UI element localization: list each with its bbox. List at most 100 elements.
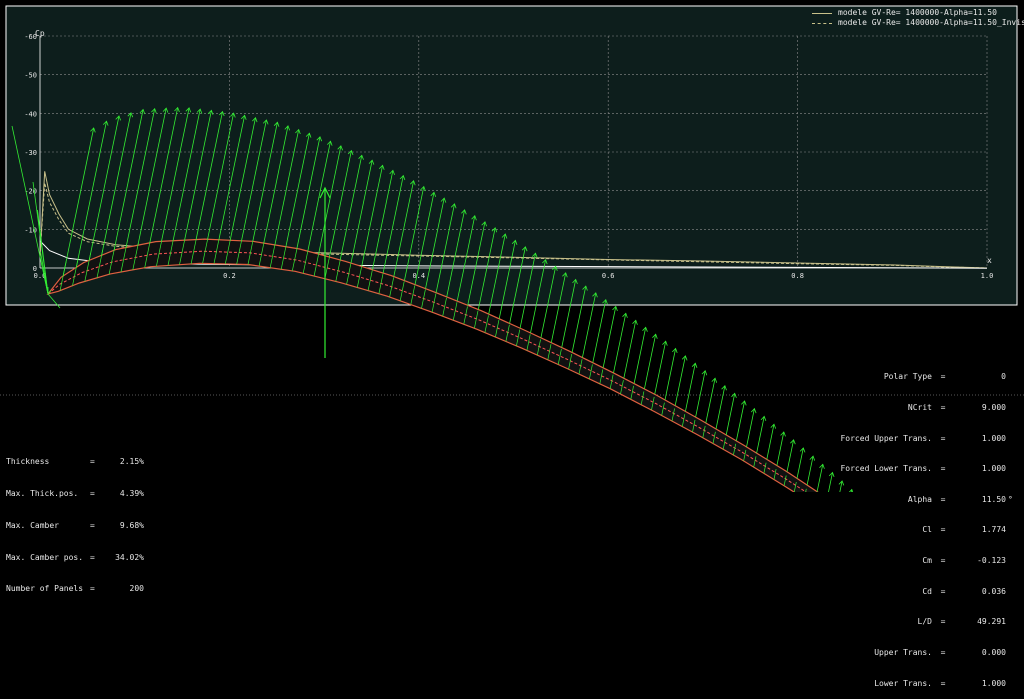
pressure-vector [664, 348, 676, 400]
param-unit [1006, 403, 1018, 413]
param-unit [1006, 464, 1018, 474]
pressure-vector [776, 431, 785, 466]
stat-value: 4.39% [119, 488, 144, 498]
legend-swatch-solid [812, 12, 832, 14]
param-row: Lower Trans. = 1.000 [820, 679, 1018, 689]
param-value: -0.123 [977, 556, 1006, 566]
stat-row: Max. Thick.pos. = 4.39% [6, 489, 144, 500]
param-value: 0.000 [981, 647, 1006, 657]
param-unit [1006, 434, 1018, 444]
stat-row: Max. Camber = 9.68% [6, 521, 144, 532]
pressure-vector [685, 363, 696, 412]
param-label: Forced Upper Trans. [840, 433, 932, 443]
equals-sign: = [940, 586, 946, 596]
param-value: 49.291 [977, 617, 1006, 627]
equals-sign: = [90, 520, 95, 530]
foil-stats-panel: Thickness = 2.15% Max. Thick.pos. = 4.39% Ma… [6, 436, 144, 606]
param-unit [1006, 372, 1018, 382]
param-label: Forced Lower Trans. [840, 464, 932, 474]
stat-row: Thickness = 2.15% [6, 457, 144, 468]
pressure-vector [715, 385, 726, 430]
y-tick-label: 0 [33, 265, 37, 273]
param-unit: ° [1008, 494, 1013, 504]
pressure-vector [756, 416, 765, 454]
pressure-vector [725, 393, 736, 436]
equals-sign: = [90, 457, 95, 467]
stat-value: 200 [129, 584, 144, 594]
param-label: Upper Trans. [874, 647, 932, 657]
stat-label: Max. Camber pos. [6, 552, 84, 562]
pressure-vector [806, 456, 814, 486]
param-value: 0.036 [981, 586, 1006, 596]
equals-sign: = [940, 464, 946, 474]
param-unit [1006, 648, 1018, 658]
param-value: 11.50 [981, 494, 1006, 504]
param-unit [1006, 617, 1018, 627]
param-row: Alpha = 11.50 ° [820, 495, 1018, 505]
stat-row: Max. Camber pos. = 34.02% [6, 553, 144, 564]
param-value: 0 [1001, 372, 1006, 382]
pressure-vector [695, 370, 706, 418]
param-row: L/D = 49.291 [820, 617, 1018, 627]
pressure-vector [735, 400, 745, 442]
equals-sign: = [90, 488, 95, 498]
param-value: 1.000 [981, 464, 1006, 474]
legend-entry-inviscid: modele GV-Re= 1400000-Alpha=11.50_Invisc… [812, 18, 1024, 28]
legend-entry-viscous: modele GV-Re= 1400000-Alpha=11.50 [812, 8, 1024, 18]
param-label: Cm [922, 556, 932, 566]
param-row: Polar Type = 0 [820, 372, 1018, 382]
param-label: Lower Trans. [874, 678, 932, 688]
param-label: Cl [922, 525, 932, 535]
stat-value: 2.15% [119, 457, 144, 467]
legend-swatch-dashed [812, 22, 832, 24]
stat-label: Max. Camber [6, 520, 59, 530]
y-tick-label: -50 [24, 72, 37, 80]
analysis-params-panel: Polar Type = 0 NCrit = 9.000 Forced Upper Tr… [820, 352, 1018, 699]
param-row: Upper Trans. = 0.000 [820, 648, 1018, 658]
equals-sign: = [940, 494, 946, 504]
param-label: Polar Type [883, 372, 932, 382]
pressure-vector [592, 299, 607, 363]
param-unit [1006, 525, 1018, 535]
param-unit [1006, 679, 1018, 689]
pressure-vector [654, 341, 667, 395]
param-label: NCrit [907, 403, 932, 413]
param-value: 1.000 [981, 433, 1006, 443]
param-label: Alpha [907, 494, 932, 504]
x-tick-label: 0.4 [412, 272, 425, 280]
param-unit [1006, 556, 1018, 566]
param-row: Cm = -0.123 [820, 556, 1018, 566]
pressure-vector [623, 320, 637, 379]
pressure-vector [613, 313, 627, 373]
equals-sign: = [940, 433, 946, 443]
y-axis-label: Cp [35, 29, 45, 38]
pressure-vector [766, 424, 775, 460]
param-row: Forced Upper Trans. = 1.000 [820, 434, 1018, 444]
pressure-vector [796, 447, 804, 479]
pressure-vector [746, 408, 755, 448]
legend: modele GV-Re= 1400000-Alpha=11.50 modele… [812, 8, 1024, 28]
stat-label: Max. Thick.pos. [6, 488, 79, 498]
stat-value: 34.02% [115, 552, 144, 562]
pressure-vector [786, 439, 794, 472]
stat-row: Number of Panels = 200 [6, 584, 144, 595]
equals-sign: = [90, 584, 95, 594]
param-row: Forced Lower Trans. = 1.000 [820, 464, 1018, 474]
pressure-vector [644, 334, 657, 389]
param-label: L/D [917, 617, 932, 627]
equals-sign: = [940, 525, 946, 535]
x-tick-label: 0.8 [791, 272, 804, 280]
stat-label: Number of Panels [6, 584, 84, 594]
legend-label: modele GV-Re= 1400000-Alpha=11.50 [838, 8, 997, 17]
param-label: Cd [922, 586, 932, 596]
param-value: 9.000 [981, 403, 1006, 413]
pressure-vector [602, 306, 617, 368]
param-row: Cd = 0.036 [820, 587, 1018, 597]
equals-sign: = [940, 647, 946, 657]
x-tick-label: 0.6 [602, 272, 615, 280]
stat-label: Thickness [6, 457, 50, 467]
equals-sign: = [940, 372, 946, 382]
y-tick-label: -40 [24, 110, 37, 118]
param-row: Cl = 1.774 [820, 525, 1018, 535]
x-tick-label: 0.2 [223, 272, 236, 280]
